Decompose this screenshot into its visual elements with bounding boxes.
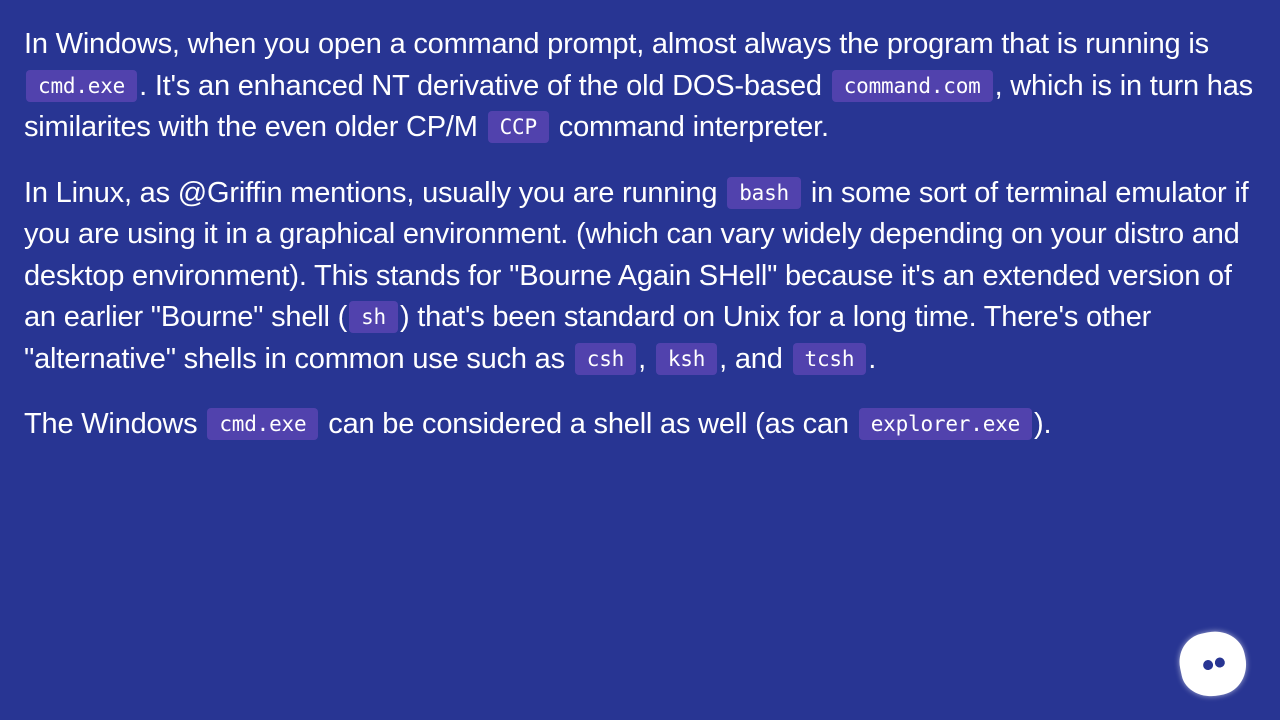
code-command-com: command.com xyxy=(831,69,993,102)
chat-assistant-button[interactable] xyxy=(1174,625,1252,703)
code-cmd-exe: cmd.exe xyxy=(207,408,319,440)
text-segment: command interpreter. xyxy=(550,111,829,143)
text-segment: In Windows, when you open a command prom… xyxy=(24,28,1209,60)
text-segment: can be considered a shell as well (as ca… xyxy=(320,408,857,440)
code-bash: bash xyxy=(727,176,801,209)
text-segment: . It's an enhanced NT derivative of the … xyxy=(139,69,830,102)
code-sh: sh xyxy=(349,301,398,333)
chat-bubble-eyes-icon xyxy=(1202,659,1215,671)
text-segment: , xyxy=(638,342,654,375)
answer-content: In Windows, when you open a command prom… xyxy=(24,24,1264,470)
paragraph-windows: In Windows, when you open a command prom… xyxy=(24,24,1264,149)
code-ccp: CCP xyxy=(487,111,549,143)
text-segment: . xyxy=(868,342,877,375)
text-segment: ). xyxy=(1034,408,1052,440)
paragraph-linux: In Linux, as @Griffin mentions, usually … xyxy=(24,173,1264,381)
code-cmd-exe: cmd.exe xyxy=(26,69,138,102)
code-tcsh: tcsh xyxy=(792,342,867,375)
text-segment: The Windows xyxy=(24,408,206,440)
text-segment: In Linux, as @Griffin mentions, usually … xyxy=(24,176,726,209)
code-ksh: ksh xyxy=(655,342,718,375)
text-segment: , and xyxy=(719,342,791,375)
chat-bubble-eyes-icon xyxy=(1213,656,1226,669)
code-explorer-exe: explorer.exe xyxy=(858,408,1033,440)
code-csh: csh xyxy=(574,342,637,375)
paragraph-windows-shell: The Windows cmd.exe can be considered a … xyxy=(24,404,1264,446)
